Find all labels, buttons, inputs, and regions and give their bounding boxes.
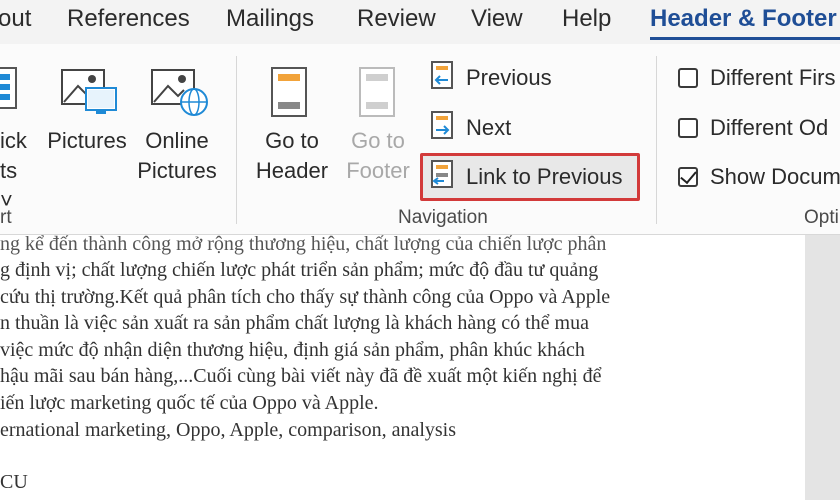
online-pictures-icon: [150, 66, 210, 123]
online-pictures-label-2: Pictures: [137, 158, 217, 183]
tab-header-footer[interactable]: Header & Footer: [650, 5, 837, 33]
online-pictures-label-1: Online: [145, 128, 209, 153]
tab-view[interactable]: View: [471, 5, 523, 33]
next-label: Next: [466, 115, 512, 140]
document-line: ng kể đến thành công mở rộng thương hiệu…: [0, 233, 607, 255]
previous-icon: [430, 60, 456, 96]
tab-review[interactable]: Review: [357, 5, 436, 33]
active-tab-indicator: [650, 37, 840, 40]
tab-mailings[interactable]: Mailings: [226, 5, 314, 33]
quick-parts-icon: [0, 66, 24, 117]
go-to-header-icon: [270, 66, 310, 125]
quick-parts-label-1: ick: [0, 128, 27, 153]
online-pictures-button[interactable]: Online Pictures: [134, 126, 220, 186]
go-to-footer-label-2: Footer: [346, 158, 410, 183]
document-line: CU: [0, 471, 28, 493]
next-icon: [430, 110, 456, 146]
link-to-previous-icon: [430, 159, 456, 195]
checkbox-unchecked: [678, 68, 698, 88]
previous-label: Previous: [466, 65, 552, 90]
document-line: cứu thị trường.Kết quả phân tích cho thấ…: [0, 286, 611, 308]
go-to-header-label-2: Header: [255, 158, 329, 183]
navigation-group-label: Navigation: [398, 207, 488, 228]
document-line: iến lược marketing quốc tế của Oppo và A…: [0, 392, 379, 414]
insert-group-label: rt: [0, 207, 12, 228]
previous-button[interactable]: Previous: [430, 60, 552, 96]
tab-references[interactable]: References: [67, 5, 190, 33]
document-page[interactable]: ng kể đến thành công mở rộng thương hiệu…: [0, 233, 805, 500]
different-first-page-label: Different Firs: [710, 65, 836, 90]
tab-help[interactable]: Help: [562, 5, 611, 33]
go-to-header-label-1: Go to: [265, 128, 319, 153]
quick-parts-button[interactable]: ick ts ˅: [0, 126, 34, 216]
document-line: việc mức độ nhận diện thương hiệu, định …: [0, 339, 585, 361]
show-document-text-label: Show Docum: [710, 164, 840, 189]
different-odd-even-label: Different Od: [710, 115, 829, 140]
link-to-previous-label: Link to Previous: [466, 164, 623, 189]
ribbon-panel: ick ts ˅ Pictures Online Pictures rt Go …: [0, 44, 840, 235]
checkmark-icon: [680, 166, 697, 185]
different-odd-even-checkbox[interactable]: Different Od: [678, 110, 828, 146]
checkbox-unchecked: [678, 118, 698, 138]
tab-layout[interactable]: out: [0, 5, 31, 33]
go-to-footer-label-1: Go to: [351, 128, 405, 153]
different-first-page-checkbox[interactable]: Different Firs: [678, 60, 836, 96]
pictures-label: Pictures: [47, 128, 127, 153]
next-button[interactable]: Next: [430, 110, 511, 146]
document-line: g định vị; chất lượng chiến lược phát tr…: [0, 259, 599, 281]
pictures-button[interactable]: Pictures: [44, 126, 130, 156]
group-divider: [656, 56, 657, 224]
link-to-previous-button[interactable]: Link to Previous: [430, 159, 623, 195]
go-to-header-button[interactable]: Go to Header: [250, 126, 334, 186]
document-line: ernational marketing, Oppo, Apple, compa…: [0, 419, 457, 441]
show-document-text-checkbox[interactable]: Show Docum: [678, 159, 840, 195]
checkbox-checked: [678, 166, 698, 187]
document-line: n thuần là việc sản xuất ra sản phẩm chấ…: [0, 312, 589, 334]
pictures-icon: [60, 66, 120, 123]
go-to-footer-button[interactable]: Go to Footer: [338, 126, 418, 186]
go-to-footer-icon: [358, 66, 398, 125]
document-line: hậu mãi sau bán hàng,...Cuối cùng bài vi…: [0, 365, 602, 387]
ribbon-tab-bar: out References Mailings Review View Help…: [0, 0, 840, 44]
group-divider: [236, 56, 237, 224]
options-group-label: Opti: [804, 207, 839, 228]
scroll-gutter: [805, 235, 840, 500]
